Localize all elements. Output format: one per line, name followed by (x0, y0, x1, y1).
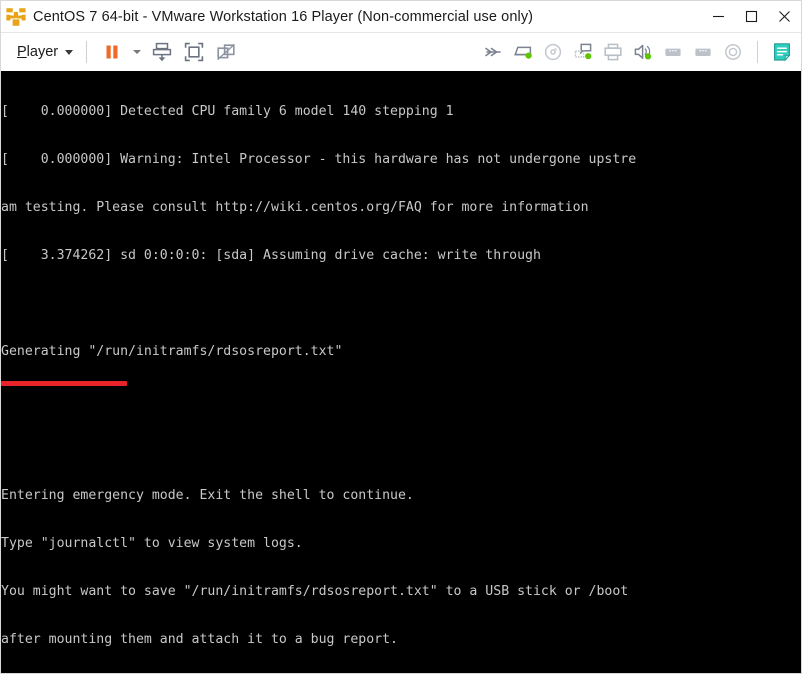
hard-disk-button[interactable] (508, 37, 538, 67)
camera-button[interactable] (718, 37, 748, 67)
guest-screen[interactable]: [ 0.000000] Detected CPU family 6 model … (1, 71, 801, 673)
unity-disabled-icon (217, 43, 235, 61)
usb-device-1-button[interactable] (658, 37, 688, 67)
pause-dropdown-button[interactable] (128, 37, 146, 67)
console-line: Type "journalctl" to view system logs. (1, 536, 303, 551)
printer-icon (604, 43, 622, 61)
player-menu-button[interactable]: Player (13, 41, 77, 63)
send-key-icon (152, 42, 172, 62)
toolbar-separator (757, 41, 758, 63)
maximize-button[interactable] (735, 1, 768, 32)
toolbar-device-group (478, 33, 797, 71)
console-line: [ 0.000000] Detected CPU family 6 model … (1, 104, 454, 119)
fullscreen-icon (184, 42, 204, 62)
vmware-player-window: CentOS 7 64-bit - VMware Workstation 16 … (0, 0, 802, 674)
close-button[interactable] (768, 1, 801, 32)
title-bar: CentOS 7 64-bit - VMware Workstation 16 … (1, 1, 801, 33)
console-line: [ 3.374262] sd 0:0:0:0: [sda] Assuming d… (1, 248, 541, 263)
console-line: Generating "/run/initramfs/rdsosreport.t… (1, 344, 343, 359)
usb-icon (665, 48, 681, 56)
toolbar: Player (1, 33, 801, 71)
console-line: You might want to save "/run/initramfs/r… (1, 584, 629, 599)
sticky-note-icon (774, 43, 791, 62)
chevron-down-icon (133, 50, 142, 54)
network-adapter-button[interactable] (568, 37, 598, 67)
camera-icon (725, 44, 741, 60)
console-line: Entering emergency mode. Exit the shell … (1, 488, 414, 503)
minimize-button[interactable] (702, 1, 735, 32)
sound-card-button[interactable] (628, 37, 658, 67)
window-title: CentOS 7 64-bit - VMware Workstation 16 … (33, 8, 534, 25)
usb-icon (695, 48, 711, 56)
cd-dvd-button[interactable] (538, 37, 568, 67)
notes-button[interactable] (767, 37, 797, 67)
usb-device-2-button[interactable] (688, 37, 718, 67)
console-line: [ 0.000000] Warning: Intel Processor - t… (1, 152, 637, 167)
vmware-logo-icon (6, 7, 26, 26)
printer-button[interactable] (598, 37, 628, 67)
console-line: am testing. Please consult http://wiki.c… (1, 200, 589, 215)
expand-toolbar-button[interactable] (478, 37, 508, 67)
speaker-icon (634, 44, 652, 60)
player-menu-label: Player (17, 44, 59, 60)
network-adapter-icon (574, 43, 592, 60)
console-output: [ 0.000000] Detected CPU family 6 model … (1, 72, 801, 673)
cd-dvd-icon (544, 43, 562, 61)
console-line: after mounting them and attach it to a b… (1, 632, 398, 647)
chevron-down-icon (65, 49, 74, 55)
window-controls (702, 1, 801, 32)
unity-mode-button[interactable] (210, 37, 242, 67)
red-underline-highlight (1, 381, 127, 386)
chevrons-right-icon (485, 47, 501, 57)
minimize-icon (713, 15, 724, 18)
close-icon (779, 11, 790, 22)
toolbar-separator (86, 41, 88, 63)
fullscreen-button[interactable] (178, 37, 210, 67)
send-ctrl-alt-del-button[interactable] (146, 37, 178, 67)
maximize-icon (745, 10, 758, 23)
pause-icon (106, 45, 118, 59)
hard-disk-icon (514, 46, 532, 59)
pause-button[interactable] (96, 37, 128, 67)
